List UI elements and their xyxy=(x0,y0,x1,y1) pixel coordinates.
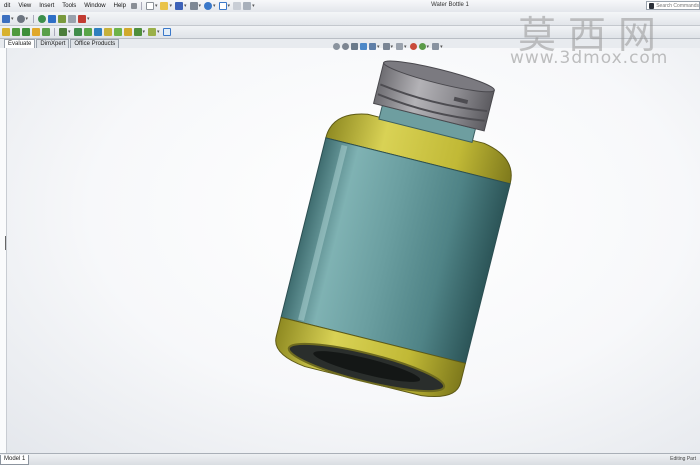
chevron-down-icon[interactable]: ▾ xyxy=(184,3,187,9)
rebuild-icon[interactable] xyxy=(233,2,242,10)
menu-insert[interactable]: Insert xyxy=(35,3,58,9)
new-icon[interactable] xyxy=(145,2,154,10)
reference-geometry-icon[interactable] xyxy=(123,28,132,36)
fillet-icon[interactable] xyxy=(42,28,50,36)
bottle-group xyxy=(275,60,512,398)
chevron-down-icon[interactable]: ▾ xyxy=(391,44,394,50)
loft-icon[interactable] xyxy=(32,28,40,36)
rib-icon[interactable] xyxy=(93,28,102,36)
zoom-area-icon[interactable] xyxy=(342,43,349,50)
refresh-icon[interactable] xyxy=(38,14,47,23)
open-icon[interactable] xyxy=(160,2,169,10)
status-bar: Model 1 Editing Part xyxy=(0,453,700,465)
chevron-down-icon[interactable]: ▾ xyxy=(143,29,146,35)
curves-icon[interactable] xyxy=(133,28,142,36)
chevron-down-icon[interactable]: ▾ xyxy=(87,16,90,22)
options-icon[interactable] xyxy=(243,2,252,10)
save-icon[interactable] xyxy=(175,2,183,10)
hole-icon[interactable] xyxy=(103,28,112,36)
undo-icon[interactable] xyxy=(204,2,213,10)
chevron-down-icon[interactable]: ▾ xyxy=(377,44,380,50)
display-style-icon[interactable] xyxy=(382,43,390,50)
chevron-down-icon[interactable]: ▾ xyxy=(155,3,158,9)
watermark-url: www.3dmox.com xyxy=(510,48,669,68)
menu-help[interactable]: Help xyxy=(110,3,130,9)
revolve-icon[interactable] xyxy=(12,28,20,36)
graphics-area[interactable] xyxy=(7,48,700,453)
chevron-down-icon[interactable]: ▾ xyxy=(252,3,255,9)
tab-evaluate[interactable]: Evaluate xyxy=(4,39,36,48)
zoom-fit-icon[interactable] xyxy=(333,43,340,50)
appearance-icon[interactable] xyxy=(48,14,57,23)
sketch-icon[interactable] xyxy=(162,28,171,36)
toolbar-separator xyxy=(140,2,142,10)
display-icon[interactable] xyxy=(78,14,87,23)
chevron-down-icon[interactable]: ▾ xyxy=(11,16,14,22)
print-icon[interactable] xyxy=(189,2,198,10)
tab-model[interactable]: Model 1 xyxy=(0,455,30,465)
chevron-down-icon[interactable]: ▾ xyxy=(228,3,231,9)
chevron-down-icon[interactable]: ▾ xyxy=(169,3,172,9)
apply-scene-icon[interactable] xyxy=(418,43,426,50)
menu-window[interactable]: Window xyxy=(80,3,109,9)
menu-tools[interactable]: Tools xyxy=(58,3,80,9)
section-view-icon[interactable] xyxy=(360,43,367,50)
pattern-icon[interactable] xyxy=(59,28,67,36)
instant3d-icon[interactable] xyxy=(148,28,157,36)
chevron-down-icon[interactable]: ▾ xyxy=(68,29,71,35)
mirror-icon[interactable] xyxy=(113,28,122,36)
edit-appearance-icon[interactable] xyxy=(409,43,417,50)
bottle-model[interactable] xyxy=(7,48,700,453)
menu-view[interactable]: View xyxy=(14,3,35,9)
chevron-down-icon[interactable]: ▾ xyxy=(157,29,160,35)
pin-icon[interactable] xyxy=(130,3,137,9)
chevron-down-icon[interactable]: ▾ xyxy=(26,16,29,22)
previous-view-icon[interactable] xyxy=(351,43,358,50)
scene-icon[interactable] xyxy=(58,14,67,23)
hide-show-icon[interactable] xyxy=(396,43,404,50)
feature-manager-collapsed[interactable] xyxy=(0,48,7,453)
view-settings-icon[interactable] xyxy=(432,43,440,50)
tab-office-products[interactable]: Office Products xyxy=(70,39,120,48)
chevron-down-icon[interactable]: ▾ xyxy=(199,3,202,9)
draft-icon[interactable] xyxy=(83,28,92,36)
chevron-down-icon[interactable]: ▾ xyxy=(427,44,430,50)
status-text: Editing Part xyxy=(670,456,696,462)
toolbar-separator xyxy=(54,28,55,36)
view-icon[interactable] xyxy=(2,14,10,23)
shell-icon[interactable] xyxy=(73,28,82,36)
sweep-icon[interactable] xyxy=(22,28,30,36)
view-orientation-icon[interactable] xyxy=(369,43,376,50)
tab-dimxpert[interactable]: DimXpert xyxy=(36,39,70,48)
chevron-down-icon[interactable]: ▾ xyxy=(440,44,443,50)
rotate-icon[interactable] xyxy=(16,14,25,23)
chevron-down-icon[interactable]: ▾ xyxy=(404,44,407,50)
heads-up-view-toolbar: ▾ ▾ ▾ ▾ ▾ xyxy=(332,42,445,51)
camera-icon[interactable] xyxy=(68,14,77,23)
extrude-icon[interactable] xyxy=(2,28,10,36)
menu-edit[interactable]: dit xyxy=(0,3,14,9)
chevron-down-icon[interactable]: ▾ xyxy=(213,3,216,9)
select-icon[interactable] xyxy=(218,2,227,10)
toolbar-separator xyxy=(33,14,35,23)
document-title: Water Bottle 1 xyxy=(431,2,469,8)
